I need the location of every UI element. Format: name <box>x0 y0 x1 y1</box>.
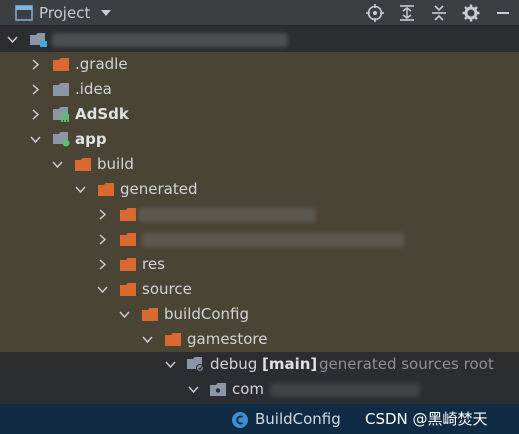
folder-icon <box>53 52 70 77</box>
folder-icon <box>120 252 137 277</box>
tree-row-adsdk[interactable]: AdSdk <box>0 102 519 127</box>
tree-row-label: build <box>97 155 134 173</box>
tree-row-app[interactable]: app <box>0 127 519 152</box>
redacted-text <box>52 33 288 47</box>
chevron-right-icon[interactable] <box>29 77 41 102</box>
tree-row-build[interactable]: build <box>0 152 519 177</box>
tree-row-label: .idea <box>75 80 112 98</box>
app-module-icon <box>53 127 70 152</box>
chevron-right-icon[interactable] <box>96 252 108 277</box>
tree-row-label: gamestore <box>187 330 268 348</box>
module-folder-icon <box>30 27 47 52</box>
chevron-right-icon[interactable] <box>96 202 108 227</box>
tree-row-label: buildConfig <box>164 305 250 323</box>
source-root-folder-icon <box>187 352 204 377</box>
project-tool-window-header: Project <box>0 0 519 26</box>
folder-icon <box>98 177 115 202</box>
tree-row-buildconfig[interactable]: buildConfig <box>0 302 519 327</box>
gear-icon[interactable] <box>461 3 481 23</box>
tree-row-label: app <box>75 130 107 148</box>
folder-icon <box>120 202 137 227</box>
tree-row-redacted-2[interactable] <box>0 227 519 252</box>
package-icon <box>210 377 227 402</box>
folder-icon <box>120 277 137 302</box>
tree-row-gradle[interactable]: .gradle <box>0 52 519 77</box>
tree-row-label: source <box>142 280 192 298</box>
project-view-title[interactable]: Project <box>39 4 90 22</box>
redacted-text <box>270 383 420 397</box>
expand-all-icon[interactable] <box>397 3 417 23</box>
tree-row-generated[interactable]: generated <box>0 177 519 202</box>
redacted-text <box>142 233 404 247</box>
tree-row-label: .gradle <box>75 55 128 73</box>
chevron-right-icon[interactable] <box>29 52 41 77</box>
chevron-down-icon[interactable] <box>118 302 130 327</box>
selected-file-bar[interactable]: BuildConfig CSDN @黑崎焚天 <box>0 404 519 434</box>
watermark: CSDN @黑崎焚天 <box>365 410 488 428</box>
chevron-down-icon[interactable] <box>141 327 153 352</box>
source-set-badge: [main] <box>262 355 318 373</box>
chevron-down-icon[interactable] <box>96 277 108 302</box>
class-file-icon <box>231 411 249 429</box>
folder-icon <box>142 302 159 327</box>
tree-row-label: com <box>232 380 265 398</box>
folder-icon <box>120 227 137 252</box>
folder-icon <box>53 77 70 102</box>
redacted-text <box>138 208 316 222</box>
chevron-down-icon[interactable] <box>29 127 41 152</box>
chevron-down-icon[interactable] <box>51 152 63 177</box>
selected-file-name: BuildConfig <box>255 410 341 428</box>
minimize-icon[interactable] <box>493 3 513 23</box>
tree-row-debug[interactable]: debug [main] generated sources root <box>0 352 519 377</box>
tree-row-source[interactable]: source <box>0 277 519 302</box>
tree-row-redacted-1[interactable] <box>0 202 519 227</box>
chevron-down-icon[interactable] <box>164 352 176 377</box>
project-tree: .gradle .idea AdSdk app build generated … <box>0 27 519 402</box>
folder-icon <box>165 327 182 352</box>
chevron-right-icon[interactable] <box>96 227 108 252</box>
chevron-down-icon[interactable] <box>6 27 18 52</box>
project-view-icon <box>15 4 33 21</box>
locate-file-icon[interactable] <box>365 3 385 23</box>
folder-icon <box>75 152 92 177</box>
tree-row-label: debug <box>210 355 258 373</box>
tree-row-hint: generated sources root <box>319 355 494 373</box>
chevron-down-icon[interactable] <box>100 7 112 19</box>
library-module-icon <box>53 102 70 127</box>
tree-row-label: AdSdk <box>75 105 129 123</box>
tree-row-res[interactable]: res <box>0 252 519 277</box>
chevron-down-icon[interactable] <box>187 377 199 402</box>
chevron-right-icon[interactable] <box>29 102 41 127</box>
collapse-all-icon[interactable] <box>429 3 449 23</box>
chevron-down-icon[interactable] <box>74 177 86 202</box>
tree-row-label: res <box>142 255 165 273</box>
tree-row-com[interactable]: com <box>0 377 519 402</box>
tree-row-root[interactable] <box>0 27 519 52</box>
tree-row-label: generated <box>120 180 198 198</box>
tree-row-idea[interactable]: .idea <box>0 77 519 102</box>
tree-row-gamestore[interactable]: gamestore <box>0 327 519 352</box>
